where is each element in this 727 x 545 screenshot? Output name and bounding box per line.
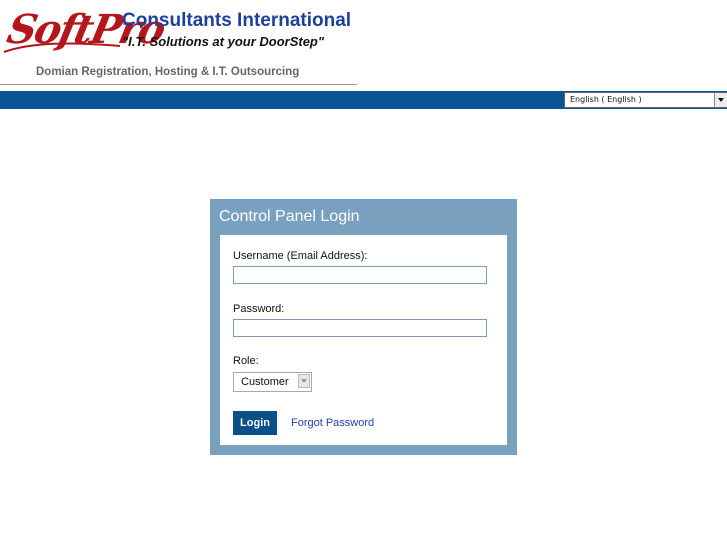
password-label: Password:	[233, 303, 285, 315]
username-input[interactable]	[233, 266, 487, 284]
role-select[interactable]: Customer	[233, 372, 312, 392]
role-label: Role:	[233, 355, 259, 367]
role-select-value: Customer	[241, 376, 289, 388]
panel-title: Control Panel Login	[219, 208, 360, 225]
username-label: Username (Email Address):	[233, 250, 368, 262]
login-form: Username (Email Address): Password: Role…	[220, 235, 507, 445]
chevron-down-icon[interactable]	[298, 374, 310, 388]
tagline: "I.T. Solutions at your DoorStep"	[122, 34, 325, 49]
services-text: Domian Registration, Hosting & I.T. Outs…	[36, 66, 300, 78]
company-logo: SoftPro Consultants International "I.T. …	[0, 0, 360, 90]
header-divider	[0, 84, 357, 85]
language-select[interactable]: English ( English )	[564, 92, 727, 108]
logo-swoosh-icon	[3, 42, 121, 53]
top-bar: English ( English )	[0, 91, 727, 109]
chevron-down-icon[interactable]	[714, 93, 727, 107]
language-select-value: English ( English )	[570, 95, 642, 104]
login-button[interactable]: Login	[233, 411, 277, 435]
password-input[interactable]	[233, 319, 487, 337]
forgot-password-link[interactable]: Forgot Password	[291, 417, 374, 429]
company-name: Consultants International	[122, 10, 352, 31]
login-panel: Control Panel Login Username (Email Addr…	[210, 199, 517, 455]
